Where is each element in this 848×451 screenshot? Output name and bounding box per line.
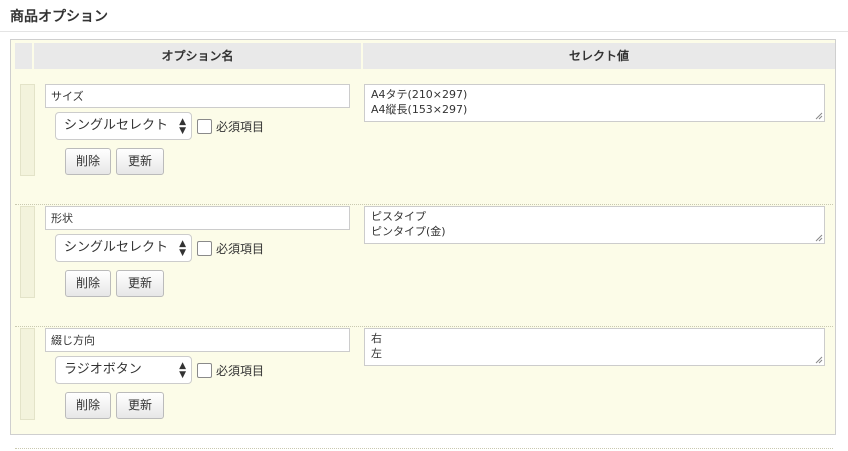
option-name-input[interactable] (45, 84, 350, 108)
resize-grip-icon[interactable] (815, 112, 823, 120)
option-type-value: シングルセレクト (64, 240, 169, 255)
option-type-value: シングルセレクト (64, 118, 169, 133)
required-label: 必須項目 (216, 120, 265, 134)
select-arrows-icon: ▲ ▼ (179, 361, 186, 380)
options-panel: オプション名 セレクト値 シングルセレクト ▲▼ 必須項目 削除 更新 A4タテ… (10, 39, 836, 449)
select-arrows-icon: ▲ ▼ (179, 117, 186, 136)
select-value-line: 右 (371, 332, 382, 345)
update-button[interactable]: 更新 (116, 148, 164, 175)
drag-handle[interactable] (20, 328, 35, 420)
drag-handle[interactable] (20, 206, 35, 298)
delete-button[interactable]: 削除 (65, 270, 111, 297)
select-value-line: A4タテ(210×297) (371, 88, 468, 101)
select-value-line: ピスタイプ (371, 210, 426, 223)
option-type-select[interactable]: ラジオボタン ▲ ▼ (55, 356, 192, 384)
select-arrows-icon: ▲ ▼ (179, 239, 186, 258)
required-checkbox[interactable] (197, 363, 212, 378)
table-header: オプション名 セレクト値 (15, 43, 835, 69)
option-type-value: ラジオボタン (64, 362, 142, 377)
update-button[interactable]: 更新 (116, 392, 164, 419)
required-checkbox[interactable] (197, 119, 212, 134)
option-name-input[interactable] (45, 328, 350, 352)
header-handle-column (15, 43, 32, 69)
drag-handle[interactable] (20, 84, 35, 176)
select-value-line: ピンタイプ(金) (371, 225, 446, 238)
option-name-input[interactable] (45, 206, 350, 230)
resize-grip-icon[interactable] (815, 356, 823, 364)
section-title: 商品オプション (10, 9, 108, 25)
select-values-textarea[interactable]: A4タテ(210×297) A4縦長(153×297) (364, 84, 825, 122)
required-checkbox[interactable] (197, 241, 212, 256)
delete-button[interactable]: 削除 (65, 148, 111, 175)
option-row: シングルセレクト ▲▼ 必須項目 削除 更新 A4タテ(210×297) A4縦… (15, 84, 833, 205)
option-row: シングルセレクト ▲▼ 必須項目 削除 更新 ピスタイプ ピンタイプ(金) (15, 206, 833, 327)
title-divider (0, 31, 848, 32)
option-row: ラジオボタン ▲▼ 必須項目 削除 更新 右 左 (15, 328, 833, 449)
select-values-textarea[interactable]: ピスタイプ ピンタイプ(金) (364, 206, 825, 244)
header-option-name: オプション名 (34, 43, 361, 69)
header-select-value: セレクト値 (363, 43, 835, 69)
update-button[interactable]: 更新 (116, 270, 164, 297)
required-label: 必須項目 (216, 242, 265, 256)
delete-button[interactable]: 削除 (65, 392, 111, 419)
option-type-select[interactable]: シングルセレクト ▲ ▼ (55, 234, 192, 262)
resize-grip-icon[interactable] (815, 234, 823, 242)
required-label: 必須項目 (216, 364, 265, 378)
select-value-line: A4縦長(153×297) (371, 103, 468, 116)
option-type-select[interactable]: シングルセレクト ▲ ▼ (55, 112, 192, 140)
select-values-textarea[interactable]: 右 左 (364, 328, 825, 366)
select-value-line: 左 (371, 347, 382, 360)
